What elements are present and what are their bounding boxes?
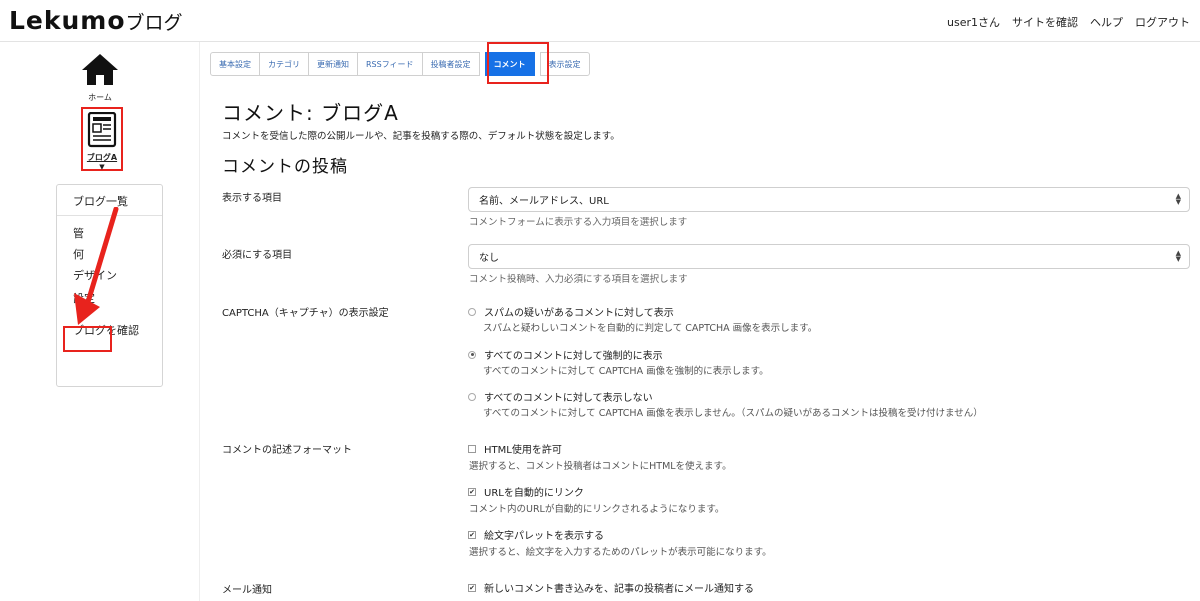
required-items-value: なし bbox=[479, 253, 499, 264]
main-content: 基本設定 カテゴリ 更新通知 RSSフィード 投稿者設定 コメント 表示設定 コ… bbox=[200, 42, 1200, 601]
brand-suffix: ブログ bbox=[125, 12, 183, 34]
caret-down-icon: ▼ bbox=[99, 163, 105, 171]
menu-item-manage[interactable]: 管 bbox=[73, 225, 84, 241]
display-items-select[interactable]: 名前、メールアドレス、URL ▲ ▼ bbox=[468, 187, 1190, 212]
captcha-label: CAPTCHA（キャプチャ）の表示設定 bbox=[222, 308, 389, 319]
display-items-label: 表示する項目 bbox=[222, 193, 282, 204]
home-label: ホーム bbox=[88, 93, 112, 102]
captcha-option-help: すべてのコメントに対して CAPTCHA 画像を表示しません。（スパムの疑いがあ… bbox=[483, 408, 983, 419]
page-description: コメントを受信した際の公開ルールや、記事を投稿する際の、デフォルト状態を設定しま… bbox=[222, 131, 620, 142]
select-arrows-icon: ▲ ▼ bbox=[1175, 192, 1181, 206]
mail-notify-option-label: 新しいコメント書き込みを、記事の投稿者にメール通知する bbox=[484, 584, 754, 595]
captcha-option-help: すべてのコメントに対して CAPTCHA 画像を強制的に表示します。 bbox=[483, 366, 769, 377]
captcha-option-label: スパムの疑いがあるコメントに対して表示 bbox=[484, 308, 674, 319]
checkbox-checked[interactable]: ✔ bbox=[468, 487, 476, 496]
home-icon bbox=[82, 54, 118, 85]
captcha-option-never[interactable]: すべてのコメントに対して表示しない bbox=[468, 389, 653, 404]
page-title: コメント: ブログA bbox=[222, 101, 399, 125]
required-items-select[interactable]: なし ▲ ▼ bbox=[468, 244, 1190, 269]
tab-rss-feed[interactable]: RSSフィード bbox=[357, 52, 423, 76]
menu-item-post[interactable]: 何 bbox=[73, 246, 84, 262]
section-title: コメントの投稿 bbox=[222, 157, 348, 177]
format-option-emoji[interactable]: ✔ 絵文字パレットを表示する bbox=[468, 527, 604, 542]
required-items-label: 必須にする項目 bbox=[222, 250, 293, 261]
format-option-label: 絵文字パレットを表示する bbox=[484, 531, 604, 542]
format-option-label: URLを自動的にリンク bbox=[484, 488, 584, 499]
tab-basic[interactable]: 基本設定 bbox=[210, 52, 260, 76]
format-option-label: HTML使用を許可 bbox=[484, 445, 562, 456]
mail-notify-label: メール通知 bbox=[222, 585, 272, 596]
radio-button-selected[interactable] bbox=[468, 350, 476, 359]
brand-logo[interactable]: Lekumoブログ bbox=[9, 6, 183, 35]
radio-button[interactable] bbox=[468, 392, 476, 401]
display-items-help: コメントフォームに表示する入力項目を選択します bbox=[469, 217, 688, 228]
nav-help[interactable]: ヘルプ bbox=[1090, 14, 1123, 30]
blog-switcher[interactable]: ブログA ▼ bbox=[81, 107, 123, 171]
menu-item-design[interactable]: デザイン bbox=[73, 267, 117, 283]
menu-item-blog-list[interactable]: ブログ一覧 bbox=[73, 193, 128, 209]
top-header: Lekumoブログ user1さん サイトを確認 ヘルプ ログアウト bbox=[0, 0, 1200, 42]
format-option-html[interactable]: HTML使用を許可 bbox=[468, 441, 562, 456]
captcha-option-help: スパムと疑わしいコメントを自動的に判定して CAPTCHA 画像を表示します。 bbox=[483, 323, 818, 334]
tab-update-notify[interactable]: 更新通知 bbox=[308, 52, 358, 76]
blog-name-label: ブログA bbox=[86, 153, 118, 162]
select-arrows-icon: ▲ ▼ bbox=[1175, 249, 1181, 263]
format-option-autolink[interactable]: ✔ URLを自動的にリンク bbox=[468, 484, 584, 499]
checkbox-checked[interactable]: ✔ bbox=[468, 530, 476, 539]
checkbox-checked[interactable]: ✔ bbox=[468, 583, 476, 592]
checkbox[interactable] bbox=[468, 444, 476, 453]
tab-category[interactable]: カテゴリ bbox=[259, 52, 309, 76]
mail-notify-option[interactable]: ✔ 新しいコメント書き込みを、記事の投稿者にメール通知する bbox=[468, 580, 754, 595]
captcha-option-always[interactable]: すべてのコメントに対して強制的に表示 bbox=[468, 347, 663, 362]
radio-button[interactable] bbox=[468, 307, 476, 316]
required-items-help: コメント投稿時、入力必須にする項目を選択します bbox=[469, 274, 688, 285]
home-button[interactable]: ホーム bbox=[78, 52, 122, 103]
settings-highlight-box bbox=[63, 326, 112, 352]
comment-tab-highlight-box bbox=[487, 42, 549, 84]
nav-user[interactable]: user1さん bbox=[947, 14, 1000, 30]
brand-name: Lekumo bbox=[9, 6, 126, 35]
nav-logout[interactable]: ログアウト bbox=[1135, 14, 1190, 30]
format-option-help: 選択すると、絵文字を入力するためのパレットが表示可能になります。 bbox=[469, 547, 772, 558]
captcha-option-label: すべてのコメントに対して表示しない bbox=[484, 393, 653, 404]
comment-format-label: コメントの記述フォーマット bbox=[222, 445, 352, 456]
menu-divider bbox=[57, 215, 162, 216]
captcha-option-spam[interactable]: スパムの疑いがあるコメントに対して表示 bbox=[468, 304, 674, 319]
tab-author-settings[interactable]: 投稿者設定 bbox=[421, 52, 480, 76]
blog-document-icon bbox=[87, 111, 117, 148]
format-option-help: 選択すると、コメント投稿者はコメントにHTMLを使えます。 bbox=[469, 461, 732, 472]
menu-item-settings[interactable]: 設定 bbox=[73, 290, 95, 306]
nav-view-site[interactable]: サイトを確認 bbox=[1012, 14, 1078, 30]
captcha-option-label: すべてのコメントに対して強制的に表示 bbox=[484, 351, 663, 362]
blog-dropdown-menu: ブログ一覧 管 何 デザイン 設定 ブログを確認 bbox=[56, 184, 163, 387]
display-items-value: 名前、メールアドレス、URL bbox=[479, 196, 609, 207]
format-option-help: コメント内のURLが自動的にリンクされるようになります。 bbox=[469, 504, 725, 515]
left-sidebar: ホーム ブログA ▼ ブログ一覧 管 何 デザイン 設定 ブログを確認 bbox=[0, 42, 200, 601]
top-nav: user1さん サイトを確認 ヘルプ ログアウト bbox=[947, 14, 1190, 30]
